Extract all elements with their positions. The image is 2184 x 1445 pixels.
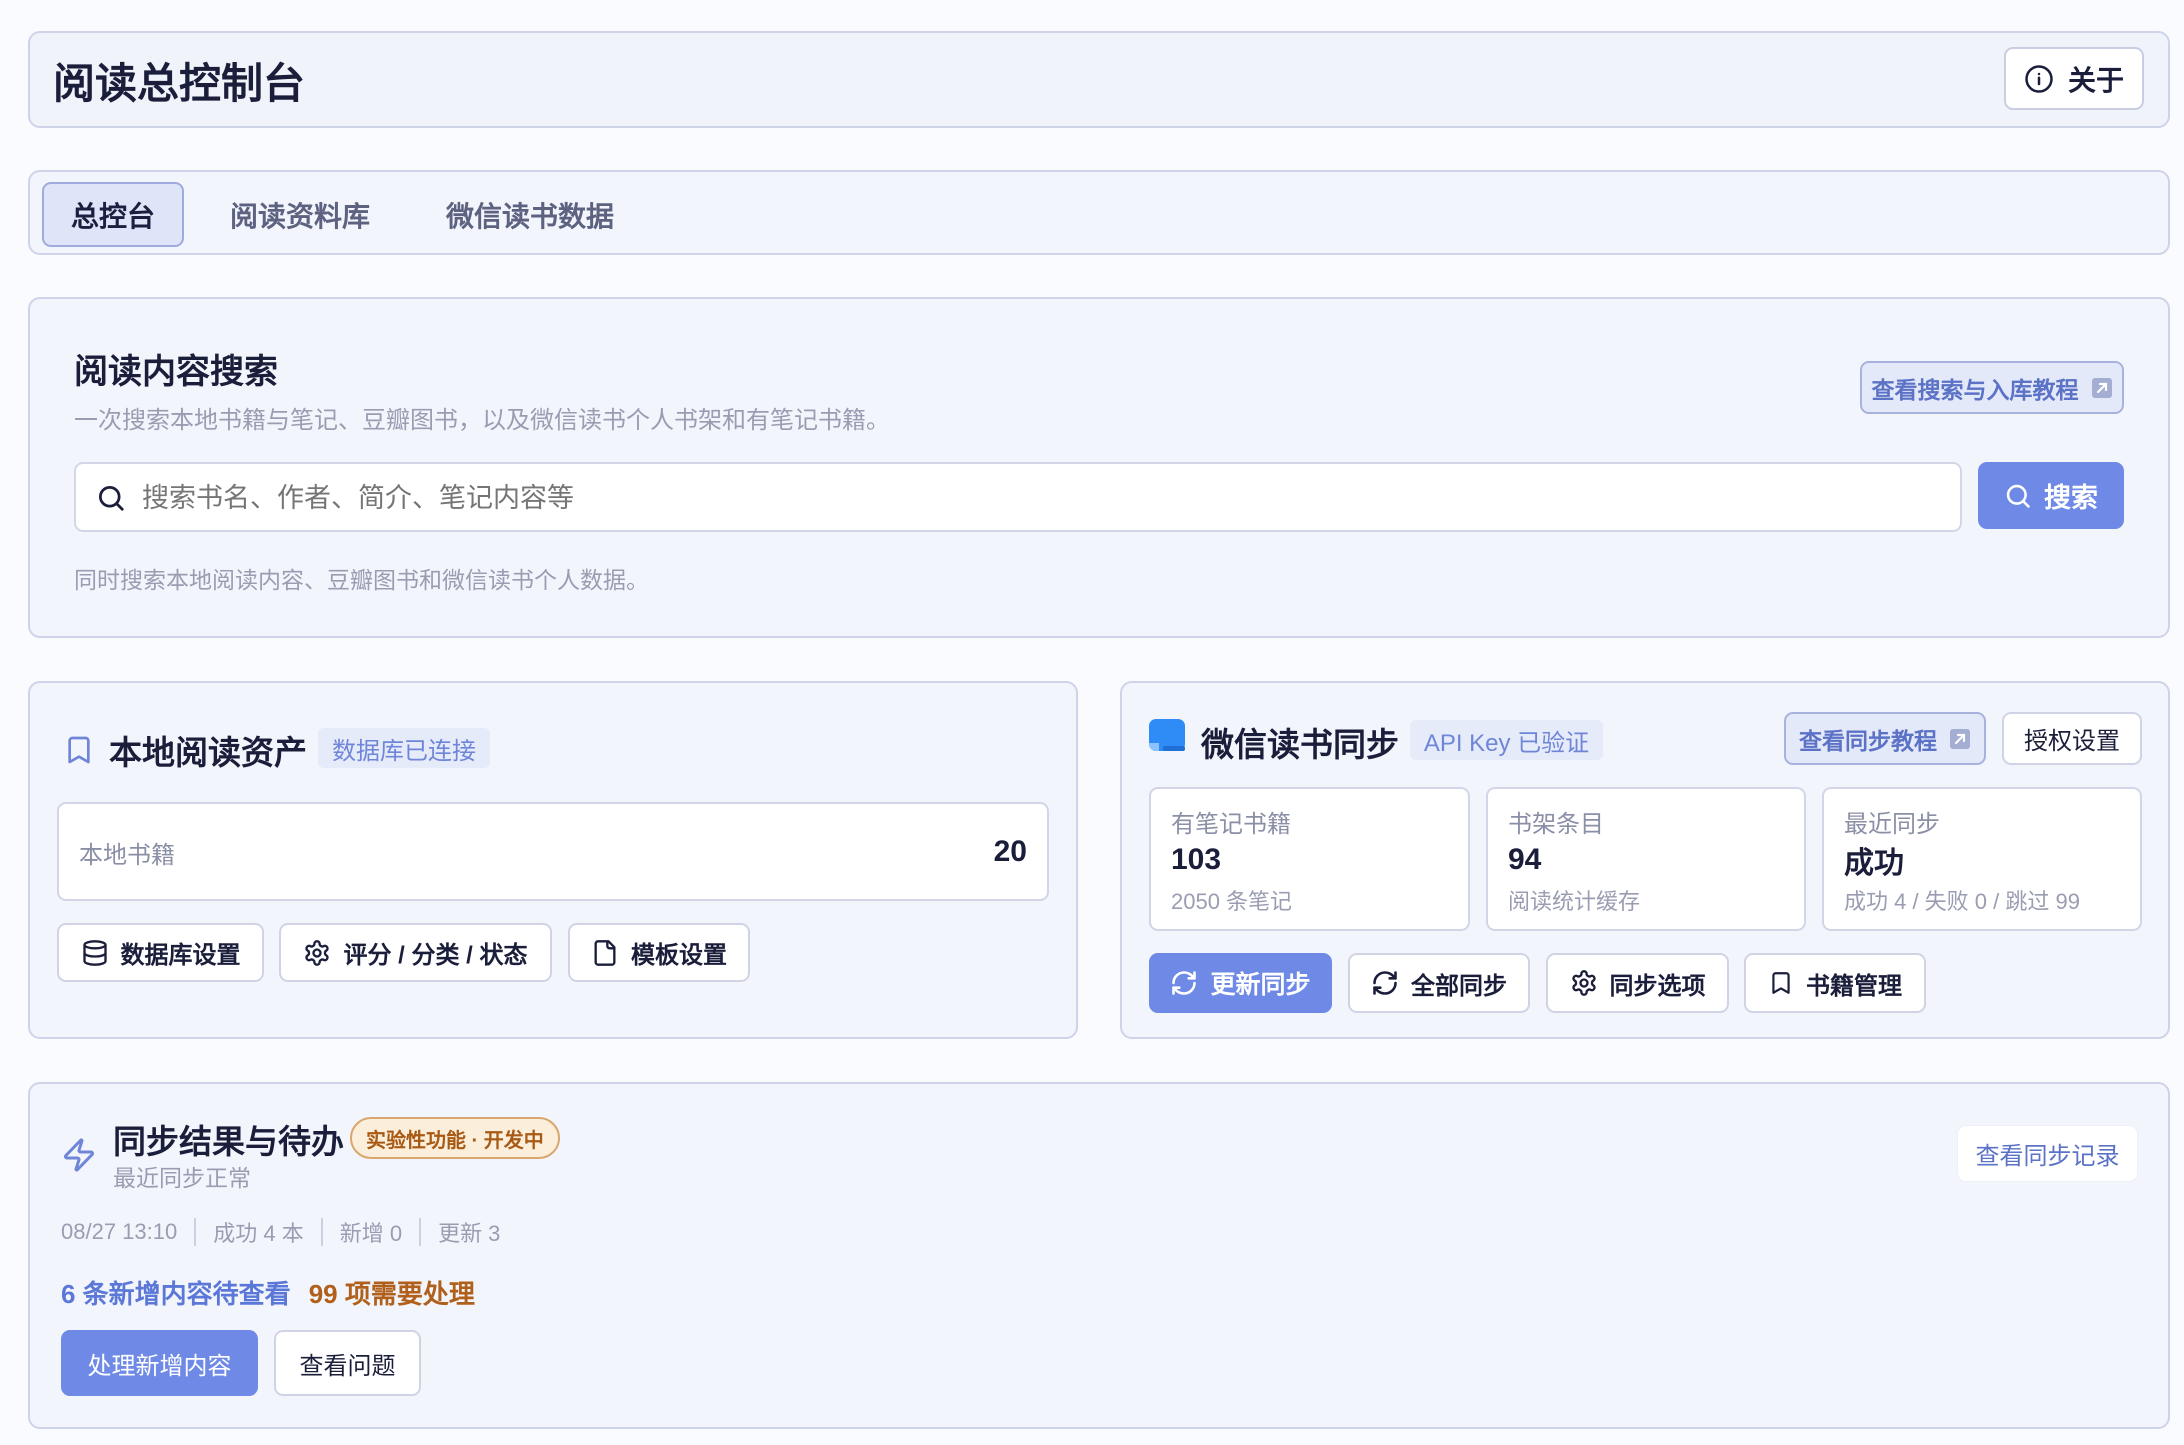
sync-tutorial-button[interactable]: 查看同步教程 (1784, 712, 1986, 765)
sync-results-panel: 同步结果与待办 实验性功能 · 开发中 最近同步正常 查看同步记录 08/27 … (28, 1082, 2170, 1429)
database-settings-label: 数据库设置 (120, 942, 241, 969)
stat-noted-books: 有笔记书籍 103 2050 条笔记 (1149, 787, 1470, 931)
search-tutorial-label: 查看搜索与入库教程 (1871, 376, 2079, 403)
experimental-badge: 实验性功能 · 开发中 (350, 1117, 560, 1159)
stat-label: 最近同步 (1844, 810, 1940, 838)
wechat-reading-icon (1149, 719, 1185, 755)
search-icon (96, 483, 126, 513)
local-books-label: 本地书籍 (79, 841, 175, 869)
stat-sub: 阅读统计缓存 (1508, 889, 1641, 914)
sync-highlights: 6 条新增内容待查看 99 项需要处理 (61, 1273, 475, 1311)
rating-category-status-button[interactable]: 评分 / 分类 / 状态 (279, 923, 552, 982)
local-books-stat: 本地书籍 20 (57, 802, 1049, 901)
gear-icon (1570, 969, 1598, 997)
sync-options-button[interactable]: 同步选项 (1546, 953, 1729, 1013)
header-bar: 阅读总控制台 关于 (28, 31, 2170, 128)
sync-success-count: 成功 4 本 (213, 1221, 304, 1246)
view-sync-records-button[interactable]: 查看同步记录 (1957, 1125, 2138, 1182)
divider (320, 1218, 323, 1246)
update-sync-button[interactable]: 更新同步 (1149, 953, 1332, 1013)
database-icon (81, 939, 109, 967)
refresh-icon (1170, 969, 1198, 997)
process-new-items-button[interactable]: 处理新增内容 (61, 1330, 258, 1396)
book-management-button[interactable]: 书籍管理 (1744, 953, 1926, 1013)
auth-settings-button[interactable]: 授权设置 (2002, 712, 2142, 765)
search-input[interactable] (140, 472, 1944, 524)
search-hint: 同时搜索本地阅读内容、豆瓣图书和微信读书个人数据。 (74, 567, 649, 593)
sync-new-count: 新增 0 (339, 1221, 403, 1246)
stat-label: 有笔记书籍 (1171, 810, 1291, 838)
stat-value: 94 (1508, 843, 1542, 876)
search-subtitle: 一次搜索本地书籍与笔记、豆瓣图书，以及微信读书个人书架和有笔记书籍。 (74, 406, 890, 434)
tab-bar: 总控台 阅读资料库 微信读书数据 (28, 170, 2170, 255)
sync-meta-row: 08/27 13:10 成功 4 本 新增 0 更新 3 (61, 1216, 500, 1248)
about-label: 关于 (2067, 64, 2124, 96)
bookmark-icon (63, 733, 95, 767)
view-sync-records-label: 查看同步记录 (1975, 1143, 2120, 1170)
book-management-label: 书籍管理 (1806, 972, 1902, 1000)
template-settings-button[interactable]: 模板设置 (568, 923, 750, 982)
database-status-badge: 数据库已连接 (318, 728, 490, 768)
stat-value: 成功 (1844, 847, 1904, 880)
tab-wechat-reading-data[interactable]: 微信读书数据 (428, 182, 632, 247)
local-assets-title: 本地阅读资产 (109, 734, 307, 771)
divider (419, 1218, 422, 1246)
stat-sub: 成功 4 / 失败 0 / 跳过 99 (1844, 889, 2080, 914)
search-title: 阅读内容搜索 (74, 352, 278, 391)
stat-sub: 2050 条笔记 (1171, 889, 1293, 914)
sync-results-subtitle: 最近同步正常 (113, 1165, 251, 1191)
info-icon (2024, 64, 2054, 94)
wechat-sync-panel: 微信读书同步 API Key 已验证 查看同步教程 授权设置 有笔记书籍 103… (1120, 681, 2170, 1039)
search-button-label: 搜索 (2044, 483, 2098, 513)
external-link-icon (1949, 728, 1971, 750)
search-panel: 阅读内容搜索 一次搜索本地书籍与笔记、豆瓣图书，以及微信读书个人书架和有笔记书籍… (28, 297, 2170, 638)
stat-label: 书架条目 (1508, 810, 1604, 838)
update-sync-label: 更新同步 (1210, 971, 1311, 999)
new-items-link[interactable]: 6 条新增内容待查看 (61, 1274, 291, 1311)
external-link-icon (2091, 377, 2113, 399)
view-issues-button[interactable]: 查看问题 (274, 1330, 421, 1396)
tab-dashboard[interactable]: 总控台 (42, 182, 184, 247)
search-tutorial-button[interactable]: 查看搜索与入库教程 (1860, 361, 2124, 414)
refresh-icon (1371, 969, 1399, 997)
wechat-sync-title: 微信读书同步 (1201, 726, 1399, 763)
sync-updated-count: 更新 3 (438, 1221, 501, 1246)
database-settings-button[interactable]: 数据库设置 (57, 923, 264, 982)
template-settings-label: 模板设置 (631, 942, 727, 969)
sync-options-label: 同步选项 (1609, 972, 1706, 1000)
auth-settings-label: 授权设置 (2024, 728, 2120, 755)
sync-results-title: 同步结果与待办 (113, 1123, 344, 1160)
tab-reading-library[interactable]: 阅读资料库 (212, 182, 388, 247)
gear-icon (303, 939, 331, 967)
stat-last-sync: 最近同步 成功 成功 4 / 失败 0 / 跳过 99 (1822, 787, 2142, 931)
rating-category-status-label: 评分 / 分类 / 状态 (343, 942, 528, 969)
divider (194, 1218, 197, 1246)
stat-value: 103 (1171, 843, 1222, 876)
search-button[interactable]: 搜索 (1978, 462, 2124, 529)
lightning-icon (61, 1136, 97, 1174)
page-title: 阅读总控制台 (53, 59, 306, 107)
view-issues-label: 查看问题 (299, 1352, 396, 1380)
stat-shelf-items: 书架条目 94 阅读统计缓存 (1486, 787, 1806, 931)
search-input-wrapper (74, 462, 1962, 532)
file-icon (591, 939, 619, 967)
full-sync-button[interactable]: 全部同步 (1348, 953, 1530, 1013)
issues-link[interactable]: 99 项需要处理 (309, 1274, 475, 1311)
local-assets-panel: 本地阅读资产 数据库已连接 本地书籍 20 数据库设置 评分 / 分类 / 状态… (28, 681, 1078, 1039)
sync-tutorial-label: 查看同步教程 (1799, 727, 1937, 754)
api-key-status-badge: API Key 已验证 (1410, 720, 1603, 760)
bookmark-icon (1768, 969, 1794, 997)
full-sync-label: 全部同步 (1411, 972, 1507, 1000)
search-icon (2004, 482, 2032, 510)
process-new-items-label: 处理新增内容 (87, 1352, 232, 1380)
local-books-count: 20 (993, 835, 1027, 868)
about-button[interactable]: 关于 (2004, 47, 2144, 110)
sync-time: 08/27 13:10 (61, 1219, 178, 1244)
